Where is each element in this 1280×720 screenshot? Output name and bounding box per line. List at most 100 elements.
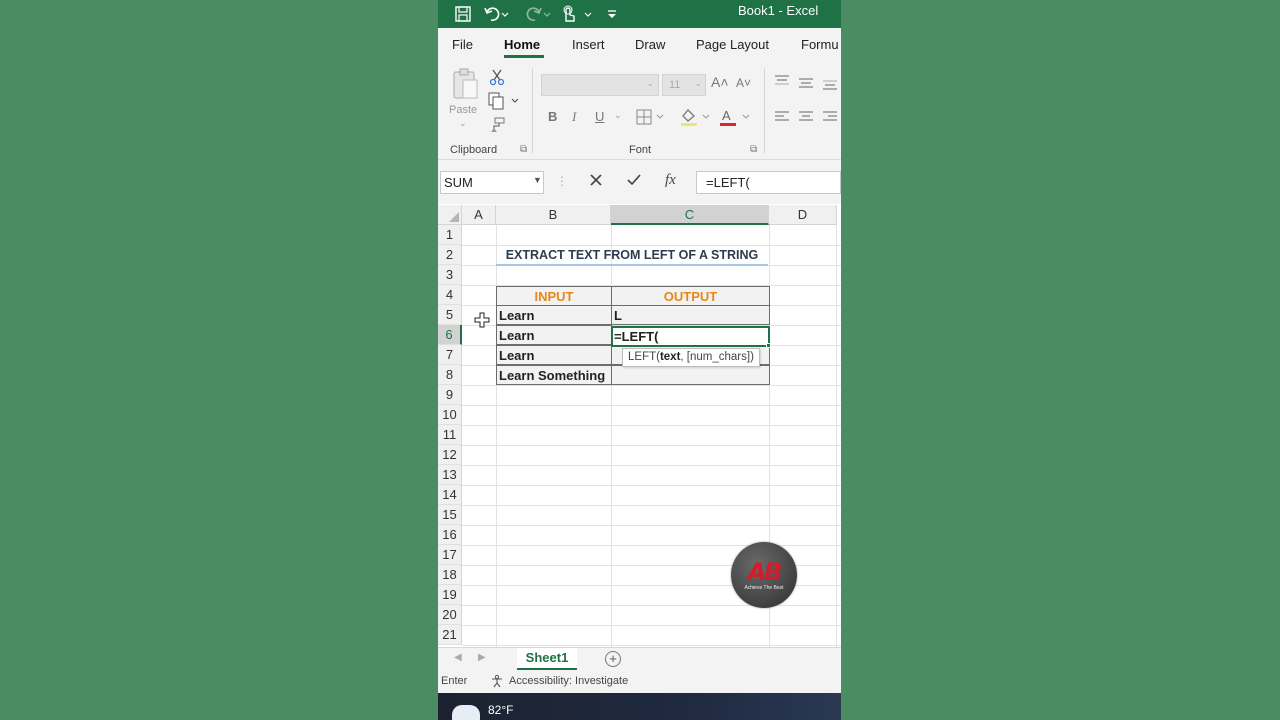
bottom-align-icon[interactable] [822,78,838,92]
formula-input[interactable]: =LEFT( [696,171,841,194]
column-header-c[interactable]: C [611,205,769,225]
worksheet-grid[interactable]: A B C D 1 2 3 4 5 6 7 8 9 10 11 12 13 14 15 16 17 18 19 20 2… [438,205,841,647]
customize-toolbar-icon[interactable] [602,4,622,24]
row-header-11[interactable]: 11 [438,425,462,445]
weather-temperature[interactable]: 82°F [488,703,513,717]
tab-home[interactable]: Home [504,37,540,52]
font-name-box[interactable]: ⌄ [541,74,659,96]
excel-window: Book1 - Excel File Home Insert Draw Page… [438,0,841,720]
cloud-icon[interactable] [452,705,480,720]
tab-page-layout[interactable]: Page Layout [696,37,769,52]
sheet-tab-sheet1[interactable]: Sheet1 [517,648,577,670]
paste-icon[interactable] [450,66,480,102]
align-center-icon[interactable] [798,110,814,124]
row-header-10[interactable]: 10 [438,405,462,425]
row-header-8[interactable]: 8 [438,365,462,385]
row-header-17[interactable]: 17 [438,545,462,565]
column-header-a[interactable]: A [462,205,496,225]
undo-icon[interactable] [482,4,510,24]
status-mode: Enter [441,675,468,687]
align-left-icon[interactable] [774,110,790,124]
column-header-d[interactable]: D [769,205,837,225]
input-cell-b6[interactable]: Learn [496,325,612,345]
font-color-icon[interactable]: A [719,107,753,127]
paste-chevron-icon[interactable]: ⌄ [459,118,467,129]
cut-icon[interactable] [488,68,506,86]
middle-align-icon[interactable] [798,76,814,90]
column-header-b[interactable]: B [496,205,611,225]
font-launcher-icon[interactable]: ⧉ [750,144,757,155]
output-header[interactable]: OUTPUT [611,286,770,306]
insert-function-icon[interactable]: fx [665,172,676,189]
format-painter-icon[interactable] [488,116,506,134]
input-cell-b7[interactable]: Learn [496,345,612,365]
underline-icon[interactable]: U [595,109,604,124]
row-header-7[interactable]: 7 [438,345,462,365]
grid-line [462,645,841,646]
row-header-14[interactable]: 14 [438,485,462,505]
row-header-13[interactable]: 13 [438,465,462,485]
row-header-2[interactable]: 2 [438,245,462,265]
row-header-12[interactable]: 12 [438,445,462,465]
function-tooltip[interactable]: LEFT(text, [num_chars]) [622,348,760,367]
grow-font-icon[interactable]: A˄ [711,74,729,90]
clipboard-launcher-icon[interactable]: ⧉ [520,144,527,155]
output-cell-c8[interactable] [611,365,770,385]
enter-icon[interactable] [626,172,642,192]
font-group-label: Font [629,144,652,156]
name-box-dropdown-icon[interactable]: ▼ [533,175,542,185]
accessibility-status[interactable]: Accessibility: Investigate [490,674,628,688]
clipboard-group-label: Clipboard [450,144,498,156]
active-cell-c6[interactable]: =LEFT( [611,326,770,347]
row-header-18[interactable]: 18 [438,565,462,585]
tab-file[interactable]: File [452,37,473,52]
underline-chevron-icon[interactable]: ⌄ [614,110,622,121]
next-sheet-icon[interactable]: ▶ [478,652,486,663]
sheet-title[interactable]: EXTRACT TEXT FROM LEFT OF A STRING [496,246,768,266]
align-right-icon[interactable] [822,110,838,124]
fill-handle[interactable] [766,343,771,348]
formula-bar: SUM ▼ ⋮ fx =LEFT( [438,160,841,204]
top-align-icon[interactable] [774,74,790,88]
name-box-value: SUM [444,175,473,190]
row-header-16[interactable]: 16 [438,525,462,545]
grid-line [462,485,841,486]
row-header-1[interactable]: 1 [438,225,462,245]
redo-icon[interactable] [524,4,552,24]
fill-color-icon[interactable] [679,107,713,127]
input-cell-b5[interactable]: Learn [496,305,612,325]
tab-draw[interactable]: Draw [635,37,665,52]
row-header-5[interactable]: 5 [438,305,462,325]
prev-sheet-icon[interactable]: ◀ [454,652,462,663]
save-icon[interactable] [452,4,474,24]
row-header-20[interactable]: 20 [438,605,462,625]
group-separator [532,68,533,154]
grid-line [462,445,841,446]
row-header-9[interactable]: 9 [438,385,462,405]
select-all-button[interactable] [438,205,462,225]
paste-label[interactable]: Paste [449,104,477,116]
font-size-box[interactable]: 11 ⌄ [662,74,706,96]
row-header-4[interactable]: 4 [438,285,462,305]
cancel-icon[interactable] [588,172,604,192]
tab-formulas[interactable]: Formu [801,37,839,52]
row-header-6[interactable]: 6 [438,325,462,345]
italic-icon[interactable]: I [572,109,576,125]
name-box[interactable]: SUM ▼ [440,171,544,194]
copy-icon[interactable] [488,92,522,110]
output-cell-c5[interactable]: L [611,305,770,325]
tab-insert[interactable]: Insert [572,37,605,52]
input-header[interactable]: INPUT [496,286,612,306]
bold-icon[interactable]: B [548,109,557,124]
input-cell-b8[interactable]: Learn Something [496,365,612,385]
ribbon-tabs: File Home Insert Draw Page Layout Formu [438,28,841,62]
row-header-19[interactable]: 19 [438,585,462,605]
shrink-font-icon[interactable]: A˅ [736,76,751,90]
add-sheet-icon[interactable]: + [605,651,621,667]
row-header-15[interactable]: 15 [438,505,462,525]
row-header-21[interactable]: 21 [438,625,462,645]
borders-icon[interactable] [636,108,666,126]
row-header-3[interactable]: 3 [438,265,462,285]
touch-mode-icon[interactable] [558,4,594,24]
grid-line [462,405,841,406]
